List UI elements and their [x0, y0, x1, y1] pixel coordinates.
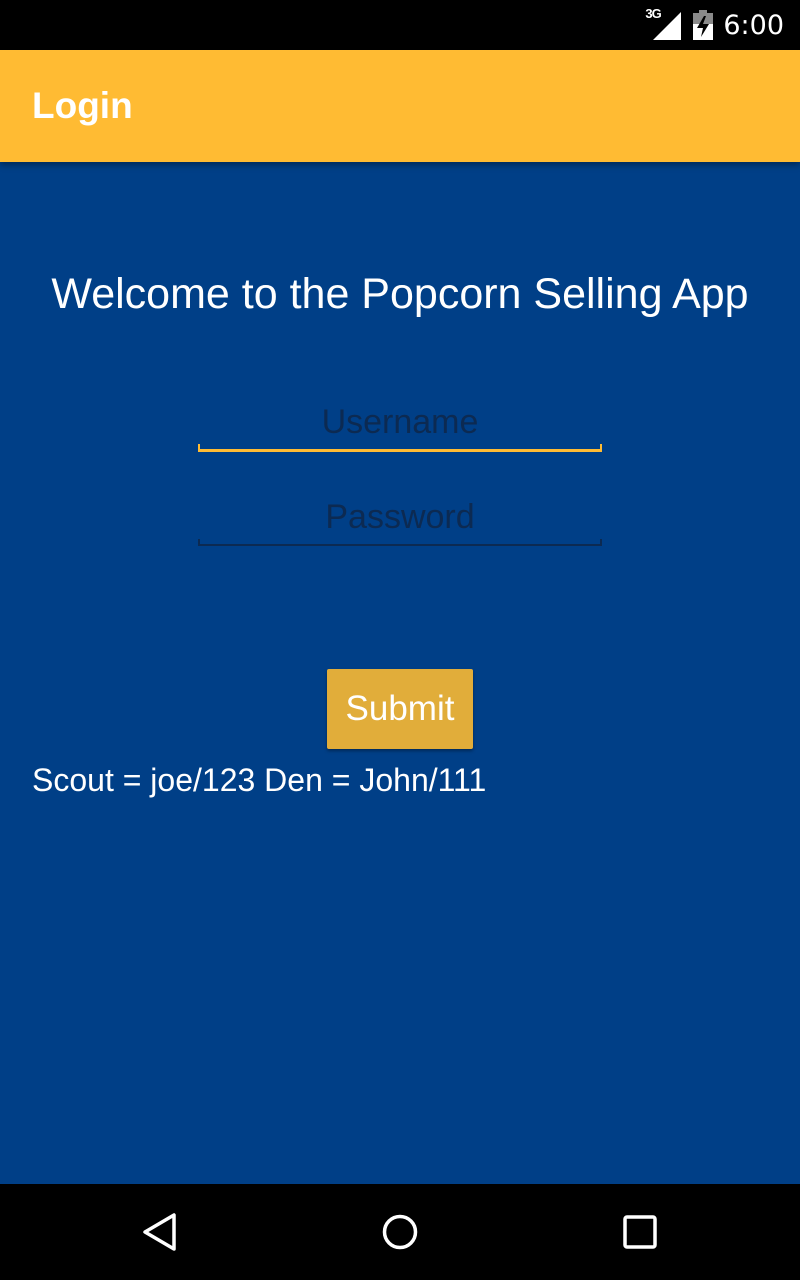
login-screen: 3G 6:00 Login Welcome to the Popcorn Sel…: [0, 0, 800, 1280]
username-underline: [198, 444, 602, 452]
recents-button[interactable]: [580, 1184, 700, 1280]
status-icons: 3G 6:00: [645, 0, 784, 50]
navigation-bar: [0, 1184, 800, 1280]
password-input[interactable]: [198, 488, 602, 546]
password-underline: [198, 539, 602, 546]
welcome-heading: Welcome to the Popcorn Selling App: [51, 270, 749, 318]
username-input[interactable]: [198, 393, 602, 451]
status-bar: 3G 6:00: [0, 0, 800, 50]
home-button[interactable]: [340, 1184, 460, 1280]
app-bar: Login: [0, 50, 800, 162]
battery-charging-icon: [693, 10, 714, 40]
submit-button[interactable]: Submit: [327, 669, 473, 749]
home-icon: [382, 1214, 418, 1250]
recents-icon: [623, 1215, 657, 1249]
page-title: Login: [32, 85, 133, 126]
signal-indicator: 3G: [645, 6, 683, 40]
signal-icon: [653, 12, 682, 40]
back-icon: [143, 1213, 176, 1251]
back-button[interactable]: [100, 1184, 220, 1280]
credentials-hint: Scout = joe/123 Den = John/111: [32, 762, 487, 798]
status-time: 6:00: [723, 9, 784, 41]
